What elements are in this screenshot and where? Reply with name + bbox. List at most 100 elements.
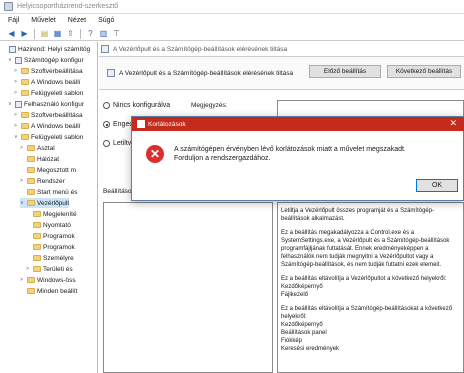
help-icon[interactable]: ? bbox=[85, 29, 96, 39]
folder-icon bbox=[33, 211, 41, 217]
radio-not-configured-circle[interactable] bbox=[103, 102, 110, 109]
policy-icon bbox=[9, 45, 16, 53]
tree-expander-icon[interactable]: ∨ bbox=[8, 101, 13, 107]
tree-node-label: Vezérlőpult bbox=[37, 199, 70, 207]
tree-node[interactable]: > A Windows beállí bbox=[14, 77, 81, 87]
radio-not-configured-label: Nincs konfigurálva bbox=[113, 102, 171, 109]
settings-panel bbox=[103, 202, 273, 373]
tree-node-label: A Windows beállí bbox=[31, 122, 81, 130]
folder-icon bbox=[21, 123, 29, 129]
close-icon[interactable]: ✕ bbox=[449, 118, 457, 129]
tree-expander-icon[interactable]: > bbox=[14, 90, 19, 96]
tree-node[interactable]: ∨ Felhasználó konfigur bbox=[8, 99, 84, 109]
tree-node[interactable]: Nyomtató bbox=[26, 220, 71, 230]
folder-icon bbox=[21, 68, 29, 74]
forward-icon[interactable]: ▶ bbox=[19, 29, 30, 39]
tree-node-label: Szoftverbeállítása bbox=[31, 67, 83, 75]
policy-subtitle: A Vezérlőpult és a Számítógép-beállításo… bbox=[101, 44, 287, 54]
tree-node-label: Programok bbox=[43, 232, 75, 240]
folder-icon bbox=[27, 189, 35, 195]
menu-view[interactable]: Nézet bbox=[68, 17, 86, 24]
tree-node[interactable]: > Területi és bbox=[26, 264, 73, 274]
app-icon bbox=[4, 2, 13, 11]
menu-help[interactable]: Súgó bbox=[98, 17, 114, 24]
help-paragraph: Ez a beállítás eltávolítja a Számítógép-… bbox=[281, 306, 453, 320]
help-item: Fájlkezelő bbox=[281, 292, 309, 298]
policy-title: A Vezérlőpult és a Számítógép-beállításo… bbox=[107, 69, 293, 77]
tree-expander-icon[interactable]: > bbox=[14, 79, 19, 85]
radio-not-configured[interactable]: Nincs konfigurálva bbox=[103, 102, 170, 109]
folder-icon bbox=[27, 277, 35, 283]
folder-icon bbox=[21, 134, 29, 140]
folder-icon bbox=[27, 178, 35, 184]
tree-expander-icon[interactable]: ∨ bbox=[20, 200, 25, 206]
back-icon[interactable]: ◀ bbox=[6, 29, 17, 39]
tree-node[interactable]: ∨ Felügyeleti sablon bbox=[14, 132, 83, 142]
tree-node[interactable]: Programok bbox=[26, 231, 75, 241]
menu-action[interactable]: Művelet bbox=[31, 17, 56, 24]
folder-icon bbox=[27, 167, 35, 173]
tree-node[interactable]: Hálózat bbox=[20, 154, 59, 164]
policy-icon bbox=[15, 56, 22, 64]
tree-expander-icon[interactable]: > bbox=[14, 123, 19, 129]
policy-subtitle-text: A Vezérlőpult és a Számítógép-beállításo… bbox=[113, 45, 288, 53]
tree-node[interactable]: > Windows-öss bbox=[20, 275, 76, 285]
help-text-panel: Letiltja a Vezérlőpult összes programját… bbox=[277, 202, 464, 373]
folder-icon bbox=[27, 145, 35, 151]
dialog-titlebar: Korlátozások bbox=[132, 117, 464, 131]
tree-node-label: Megjeleníté bbox=[43, 210, 77, 218]
radio-enabled-circle[interactable] bbox=[103, 121, 110, 128]
properties-icon[interactable]: ▥ bbox=[98, 29, 109, 39]
menu-file[interactable]: Fájl bbox=[8, 17, 19, 24]
tree-node[interactable]: Start menü és bbox=[20, 187, 77, 197]
tree-node[interactable]: Megjeleníté bbox=[26, 209, 77, 219]
tree-node-label: Megosztott m bbox=[37, 166, 77, 174]
tree-node[interactable]: Megosztott m bbox=[20, 165, 76, 175]
folder-up-icon[interactable]: ▤ bbox=[39, 29, 50, 39]
tree-expander-icon[interactable]: > bbox=[20, 178, 25, 184]
folder-icon bbox=[33, 244, 41, 250]
help-item: Keresési eredmények bbox=[281, 346, 340, 352]
folder-icon bbox=[33, 222, 41, 228]
tree-expander-icon[interactable]: ∨ bbox=[8, 57, 13, 63]
tree-node[interactable]: > Felügyeleti sablon bbox=[14, 88, 83, 98]
policy-header: A Vezérlőpult és a Számítógép-beállításo… bbox=[99, 56, 464, 90]
tree-expander-icon[interactable]: > bbox=[14, 112, 19, 118]
tree-node[interactable]: > A Windows beállí bbox=[14, 121, 81, 131]
radio-disabled-circle[interactable] bbox=[103, 140, 110, 147]
policy-icon bbox=[107, 69, 115, 77]
error-icon: ✕ bbox=[146, 145, 164, 163]
export-icon[interactable]: ⇪ bbox=[65, 29, 76, 39]
tree-node[interactable]: Személyre bbox=[26, 253, 74, 263]
next-setting-button[interactable]: Következő beállítás bbox=[387, 65, 461, 78]
ok-button[interactable]: OK bbox=[416, 179, 458, 192]
tree-node[interactable]: > Szoftverbeállítása bbox=[14, 110, 83, 120]
tree-node[interactable]: > Szoftverbeállítása bbox=[14, 66, 83, 76]
tree-node[interactable]: > Rendszer bbox=[20, 176, 65, 186]
tree-node[interactable]: ∨ Számítógép konfigur bbox=[8, 55, 84, 65]
folder-icon bbox=[21, 90, 29, 96]
tree-node[interactable]: > Asztal bbox=[20, 143, 55, 153]
tree-node[interactable]: Házirend: Helyi számítóg bbox=[2, 44, 90, 54]
show-tree-icon[interactable]: ▦ bbox=[52, 29, 63, 39]
filter-icon[interactable]: ⊤ bbox=[111, 29, 122, 39]
help-paragraph: Ez a beállítás eltávolítja a Vezérlőpult… bbox=[281, 276, 447, 282]
policy-icon bbox=[101, 45, 109, 53]
tree-node-label: Hálózat bbox=[37, 155, 60, 163]
prev-setting-button[interactable]: Előző beállítás bbox=[309, 65, 381, 78]
tree-expander-icon[interactable]: > bbox=[20, 277, 25, 283]
help-paragraph: Letiltja a Vezérlőpult összes programját… bbox=[281, 208, 435, 222]
tree-expander-icon[interactable]: ∨ bbox=[14, 134, 19, 140]
tree-expander-icon[interactable]: > bbox=[26, 266, 31, 272]
restrictions-dialog: Korlátozások ✕ ✕ A számítógépen érvénybe… bbox=[131, 116, 464, 201]
tree-expander-icon[interactable]: > bbox=[14, 68, 19, 74]
tree-node-label: Minden beállít bbox=[37, 287, 78, 295]
dialog-title: Korlátozások bbox=[148, 120, 186, 128]
tree-node[interactable]: Minden beállít bbox=[20, 286, 77, 296]
menu-bar: Fájl Művelet Nézet Súgó bbox=[0, 14, 464, 27]
folder-icon bbox=[33, 266, 41, 272]
tree-expander-icon[interactable]: > bbox=[20, 145, 25, 151]
tree-node[interactable]: Programok bbox=[26, 242, 75, 252]
help-paragraph: Ez a beállítás megakadályozza a Control.… bbox=[281, 230, 450, 268]
tree-node[interactable]: ∨ Vezérlőpult bbox=[20, 198, 70, 208]
